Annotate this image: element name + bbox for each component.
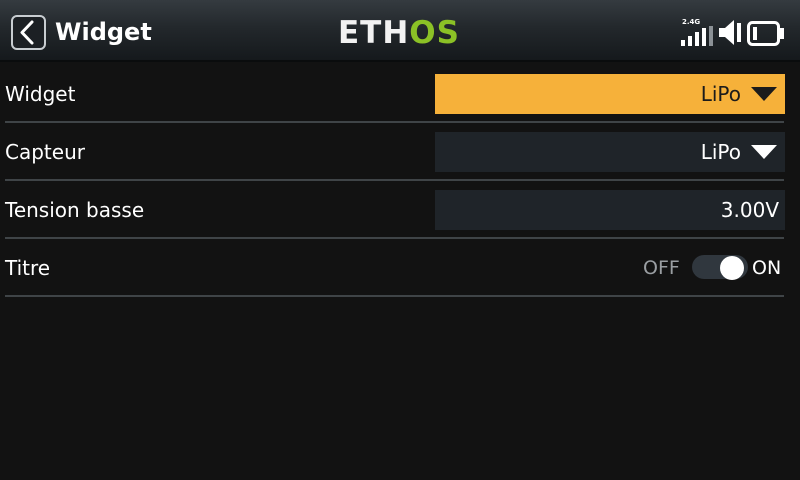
widget-dropdown[interactable]: LiPo [435, 74, 785, 114]
widget-label: Widget [5, 82, 76, 106]
divider [5, 295, 784, 297]
speaker-icon [719, 20, 741, 45]
toggle-off-label: OFF [643, 257, 680, 279]
caret-down-icon [751, 87, 777, 101]
signal-bars-icon [681, 26, 713, 46]
capteur-dropdown[interactable]: LiPo [435, 132, 785, 172]
row-capteur: Capteur LiPo [0, 123, 800, 181]
toggle-on-label: ON [752, 257, 782, 279]
tension-basse-label: Tension basse [5, 198, 145, 222]
row-widget: Widget LiPo [0, 65, 800, 123]
ethos-logo: ETHOS [338, 15, 460, 51]
row-tension-basse: Tension basse 3.00V [0, 181, 800, 239]
titre-label: Titre [5, 256, 51, 280]
page-title: Widget [55, 18, 152, 46]
back-button[interactable] [11, 15, 46, 50]
capteur-value: LiPo [700, 140, 741, 164]
toggle-knob[interactable] [720, 256, 744, 280]
battery-icon [747, 21, 784, 46]
band-label: 2.4G [682, 18, 701, 26]
capteur-label: Capteur [5, 140, 85, 164]
chevron-left-icon [20, 20, 34, 45]
tension-basse-value: 3.00V [720, 198, 779, 222]
tension-basse-field[interactable]: 3.00V [435, 190, 785, 230]
widget-value: LiPo [700, 82, 741, 106]
row-titre: Titre OFF ON [0, 239, 800, 297]
header-bar: Widget ETHOS 2.4G [0, 0, 800, 62]
caret-down-icon [751, 145, 777, 159]
